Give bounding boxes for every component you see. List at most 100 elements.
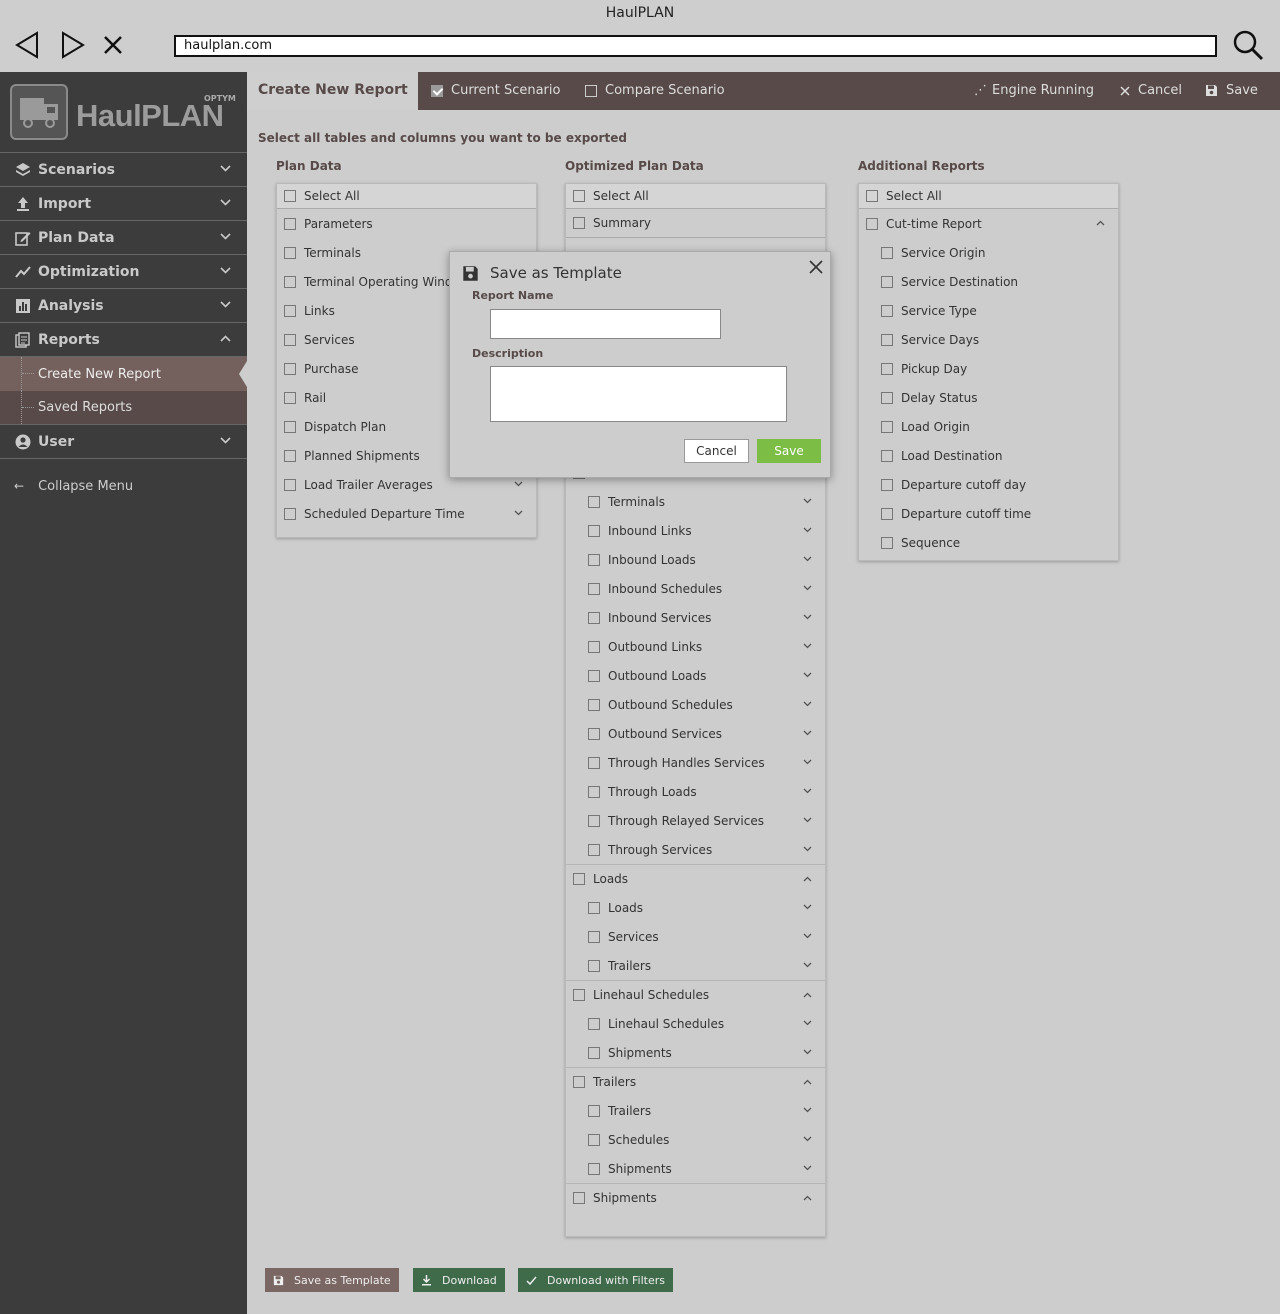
sidebar-item-scenarios[interactable]: Scenarios (0, 153, 247, 187)
checkbox-icon[interactable] (881, 246, 893, 259)
checkbox-icon[interactable] (573, 190, 585, 202)
checkbox-icon[interactable] (573, 217, 585, 229)
list-item[interactable]: Outbound Schedules (566, 690, 825, 719)
report-name-input[interactable] (490, 309, 721, 339)
checkbox-icon[interactable] (588, 698, 600, 711)
download-with-filters-button[interactable]: Download with Filters (518, 1268, 673, 1292)
checkbox-icon[interactable] (881, 275, 893, 288)
checkbox-icon[interactable] (284, 217, 296, 230)
checkbox-icon[interactable] (588, 553, 600, 566)
list-item[interactable]: Service Type (859, 296, 1118, 325)
select-all-row[interactable]: Select All (859, 184, 1118, 209)
checkbox-icon[interactable] (588, 814, 600, 827)
checkbox-icon[interactable] (588, 524, 600, 537)
list-item[interactable]: Shipments (566, 1038, 825, 1067)
download-button[interactable]: Download (413, 1268, 505, 1292)
list-item[interactable]: Service Days (859, 325, 1118, 354)
checkbox-icon[interactable] (573, 989, 585, 1001)
sidebar-item-plan-data[interactable]: Plan Data (0, 221, 247, 255)
checkbox-icon[interactable] (588, 640, 600, 653)
compare-scenario-checkbox[interactable]: Compare Scenario (585, 83, 725, 98)
checkbox-icon[interactable] (588, 669, 600, 682)
logo[interactable]: OPTYM HaulPLAN (0, 72, 247, 153)
description-textarea[interactable] (490, 366, 787, 422)
sidebar-item-user[interactable]: User (0, 425, 247, 459)
checkbox-icon[interactable] (284, 304, 296, 317)
cut-time-report-group[interactable]: Cut-time Report (859, 209, 1118, 238)
checkbox-icon[interactable] (284, 333, 296, 346)
list-item[interactable]: Through Loads (566, 777, 825, 806)
url-bar[interactable]: haulplan.com (174, 35, 1217, 57)
group-row[interactable]: Loads (566, 864, 825, 893)
checkbox-icon[interactable] (588, 495, 600, 508)
save-button[interactable]: Save (757, 439, 821, 463)
list-item[interactable]: Trailers (566, 951, 825, 980)
stop-button[interactable] (98, 30, 128, 60)
checkbox-icon[interactable] (588, 1017, 600, 1030)
list-item[interactable]: Inbound Links (566, 516, 825, 545)
list-item[interactable]: Shipments (566, 1154, 825, 1183)
list-item[interactable]: Through Relayed Services (566, 806, 825, 835)
checkbox-icon[interactable] (588, 1046, 600, 1059)
group-row[interactable]: Linehaul Schedules (566, 980, 825, 1009)
checkbox-icon[interactable] (284, 420, 296, 433)
tab-create-new-report[interactable]: Create New Report (247, 72, 418, 110)
search-button[interactable] (1232, 29, 1264, 61)
checkbox-icon[interactable] (588, 1162, 600, 1175)
sidebar-subitem-create-new-report[interactable]: Create New Report (0, 357, 247, 391)
checkbox-icon[interactable] (866, 217, 878, 230)
list-item[interactable]: Services (566, 922, 825, 951)
list-item[interactable]: Summary (566, 209, 825, 238)
list-item[interactable]: Load Origin (859, 412, 1118, 441)
checkbox-icon[interactable] (881, 420, 893, 433)
list-item[interactable]: Load Destination (859, 441, 1118, 470)
checkbox-icon[interactable] (881, 304, 893, 317)
checkbox-icon[interactable] (284, 275, 296, 288)
checkbox-icon[interactable] (573, 1192, 585, 1204)
list-item[interactable]: Trailers (566, 1096, 825, 1125)
list-item[interactable]: Outbound Loads (566, 661, 825, 690)
group-row[interactable]: Shipments (566, 1183, 825, 1212)
list-item[interactable]: Schedules (566, 1125, 825, 1154)
group-row[interactable]: Trailers (566, 1067, 825, 1096)
list-item[interactable]: Parameters (277, 209, 536, 238)
back-button[interactable] (12, 30, 42, 60)
checkbox-icon[interactable] (588, 611, 600, 624)
sidebar-item-reports[interactable]: Reports (0, 323, 247, 357)
sidebar-subitem-saved-reports[interactable]: Saved Reports (0, 391, 247, 425)
list-item[interactable]: Linehaul Schedules (566, 1009, 825, 1038)
list-item[interactable]: Through Handles Services (566, 748, 825, 777)
checkbox-icon[interactable] (588, 843, 600, 856)
list-item[interactable]: Service Origin (859, 238, 1118, 267)
list-item[interactable]: Pickup Day (859, 354, 1118, 383)
list-item[interactable]: Through Services (566, 835, 825, 864)
list-item[interactable]: Outbound Links (566, 632, 825, 661)
sidebar-item-import[interactable]: Import (0, 187, 247, 221)
checkbox-icon[interactable] (588, 785, 600, 798)
cancel-button[interactable]: Cancel (684, 439, 749, 463)
current-scenario-checkbox[interactable]: Current Scenario (431, 83, 560, 98)
checkbox-icon[interactable] (284, 246, 296, 259)
select-all-row[interactable]: Select All (277, 184, 536, 209)
checkbox-icon[interactable] (881, 536, 893, 549)
list-item[interactable]: Departure cutoff time (859, 499, 1118, 528)
checkbox-icon[interactable] (284, 391, 296, 404)
list-item[interactable]: Loads (566, 893, 825, 922)
list-item[interactable]: Inbound Loads (566, 545, 825, 574)
checkbox-icon[interactable] (881, 449, 893, 462)
checkbox-icon[interactable] (284, 507, 296, 520)
checkbox-icon[interactable] (881, 507, 893, 520)
checkbox-icon[interactable] (284, 362, 296, 375)
checkbox-icon[interactable] (588, 930, 600, 943)
checkbox-icon[interactable] (284, 190, 296, 202)
sidebar-item-analysis[interactable]: Analysis (0, 289, 247, 323)
list-item[interactable]: Scheduled Departure Time (277, 499, 536, 528)
toolbar-cancel-button[interactable]: Cancel (1120, 83, 1182, 98)
checkbox-icon[interactable] (588, 727, 600, 740)
forward-button[interactable] (58, 30, 88, 60)
checkbox-icon[interactable] (573, 1076, 585, 1088)
checkbox-icon[interactable] (588, 1133, 600, 1146)
checkbox-icon[interactable] (588, 959, 600, 972)
list-item[interactable]: Departure cutoff day (859, 470, 1118, 499)
checkbox-icon[interactable] (588, 901, 600, 914)
